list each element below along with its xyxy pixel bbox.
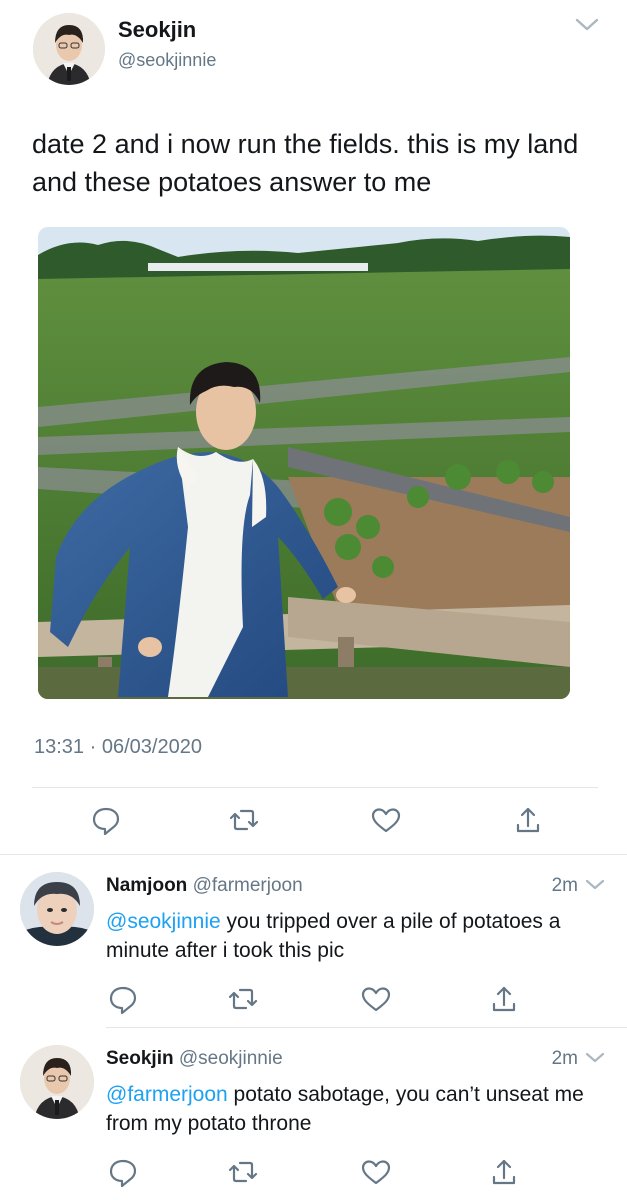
reply-mention-link[interactable]: @farmerjoon (106, 1083, 228, 1106)
retweet-button[interactable] (223, 1152, 263, 1192)
author-handle[interactable]: @seokjinnie (118, 50, 216, 71)
share-icon (492, 1159, 516, 1185)
reply-author-handle[interactable]: @seokjinnie (179, 1048, 283, 1069)
retweet-icon (229, 809, 259, 831)
reply-button[interactable] (103, 1152, 143, 1192)
like-icon (371, 808, 401, 833)
reply-author-name[interactable]: Namjoon (106, 875, 187, 896)
avatar-portrait-icon (20, 1045, 94, 1119)
reply-mention-link[interactable]: @seokjinnie (106, 910, 221, 933)
more-options-button[interactable] (574, 16, 600, 34)
reply-age: 2m (551, 875, 578, 896)
chevron-down-icon (585, 1052, 605, 1063)
reply-text: @seokjinnie you tripped over a pile of p… (106, 907, 586, 965)
chevron-down-icon (585, 879, 605, 890)
reply-icon (92, 807, 120, 836)
reply-more-options-button[interactable] (584, 877, 606, 893)
tweet-time: 13:31 (34, 736, 85, 758)
share-button[interactable] (484, 1152, 524, 1192)
reply-tweet: Seokjin @seokjinnie 2m @farmerjoon potat… (0, 1028, 627, 1200)
avatar-portrait-icon (20, 872, 94, 946)
tweet-text: date 2 and i now run the fields. this is… (32, 129, 579, 197)
tweet-photo[interactable] (38, 227, 570, 699)
reply-author-name[interactable]: Seokjin (106, 1048, 174, 1069)
author-name[interactable]: Seokjin (118, 17, 196, 43)
like-icon (361, 1160, 391, 1185)
like-button[interactable] (366, 800, 406, 840)
retweet-button[interactable] (224, 800, 264, 840)
reply-author-avatar[interactable] (20, 872, 94, 946)
share-button[interactable] (484, 979, 524, 1019)
reply-tweet: Namjoon @farmerjoon 2m @seokjinnie you t… (0, 855, 627, 1027)
reply-meta: Namjoon @farmerjoon (106, 875, 303, 897)
photo-field-icon (38, 227, 570, 699)
reply-button[interactable] (86, 800, 126, 840)
reply-meta: Seokjin @seokjinnie (106, 1048, 283, 1070)
reply-age: 2m (551, 1048, 578, 1069)
reply-author-avatar[interactable] (20, 1045, 94, 1119)
reply-more-options-button[interactable] (584, 1050, 606, 1066)
reply-text: @farmerjoon potato sabotage, you can’t u… (106, 1080, 586, 1138)
retweet-button[interactable] (223, 979, 263, 1019)
reply-button[interactable] (103, 979, 143, 1019)
author-avatar[interactable] (33, 13, 105, 85)
reply-author-handle[interactable]: @farmerjoon (193, 875, 303, 896)
main-action-bar (0, 800, 627, 840)
like-icon (361, 987, 391, 1012)
tweet-timestamp[interactable]: 13:31 · 06/03/2020 (34, 736, 202, 759)
main-divider-top (32, 787, 598, 788)
share-icon (516, 807, 540, 833)
avatar-portrait-icon (33, 13, 105, 85)
reply-action-bar (0, 979, 627, 1019)
like-button[interactable] (356, 1152, 396, 1192)
share-icon (492, 986, 516, 1012)
chevron-down-icon (575, 18, 599, 31)
retweet-icon (228, 988, 258, 1010)
tweet-date: 06/03/2020 (101, 736, 202, 758)
reply-action-bar (0, 1152, 627, 1192)
reply-icon (109, 986, 137, 1015)
like-button[interactable] (356, 979, 396, 1019)
share-button[interactable] (508, 800, 548, 840)
retweet-icon (228, 1161, 258, 1183)
timestamp-separator: · (89, 736, 97, 758)
reply-icon (109, 1159, 137, 1188)
